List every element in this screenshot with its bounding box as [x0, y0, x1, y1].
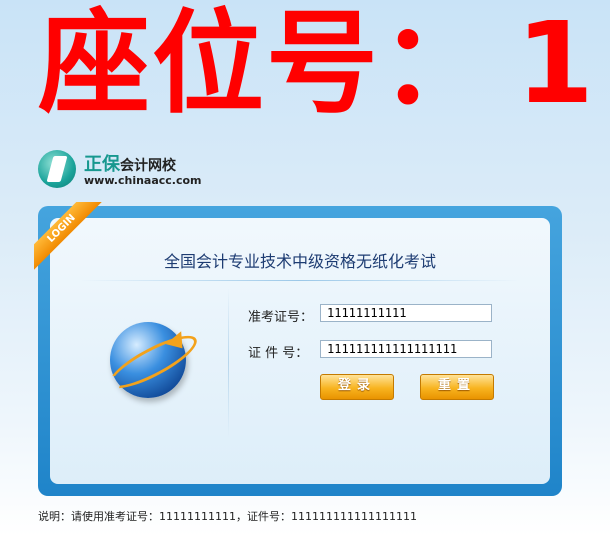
login-button[interactable]: 登录 — [320, 374, 394, 400]
instruction-note: 说明：请使用准考证号：11111111111，证件号：1111111111111… — [38, 510, 417, 523]
login-ribbon: LOGIN — [34, 202, 104, 272]
divider — [80, 280, 520, 281]
reset-button[interactable]: 重置 — [420, 374, 494, 400]
seat-number-banner: 座位号： 1 — [38, 0, 598, 134]
login-panel: 全国会计专业技术中级资格无纸化考试 准考证号： 证 件 号： 登录 重置 LOG… — [34, 202, 562, 496]
seat-number: 1 — [516, 0, 596, 129]
brand-name: 正保会计网校 — [84, 154, 176, 175]
login-panel-inner: 全国会计专业技术中级资格无纸化考试 准考证号： 证 件 号： 登录 重置 — [50, 218, 550, 484]
exam-id-input[interactable] — [320, 304, 492, 322]
id-card-input[interactable] — [320, 340, 492, 358]
exam-title: 全国会计专业技术中级资格无纸化考试 — [163, 252, 436, 271]
brand-logo: 正保会计网校 www.chinaacc.com — [38, 148, 238, 192]
globe-arrow-icon — [110, 322, 186, 398]
exam-id-label: 准考证号： — [248, 310, 314, 325]
brand-url: www.chinaacc.com — [84, 174, 202, 187]
vertical-divider — [228, 288, 229, 438]
id-card-label: 证 件 号： — [248, 346, 309, 361]
chinaacc-logo-icon — [38, 150, 76, 188]
seat-label: 座位号： — [38, 0, 494, 129]
